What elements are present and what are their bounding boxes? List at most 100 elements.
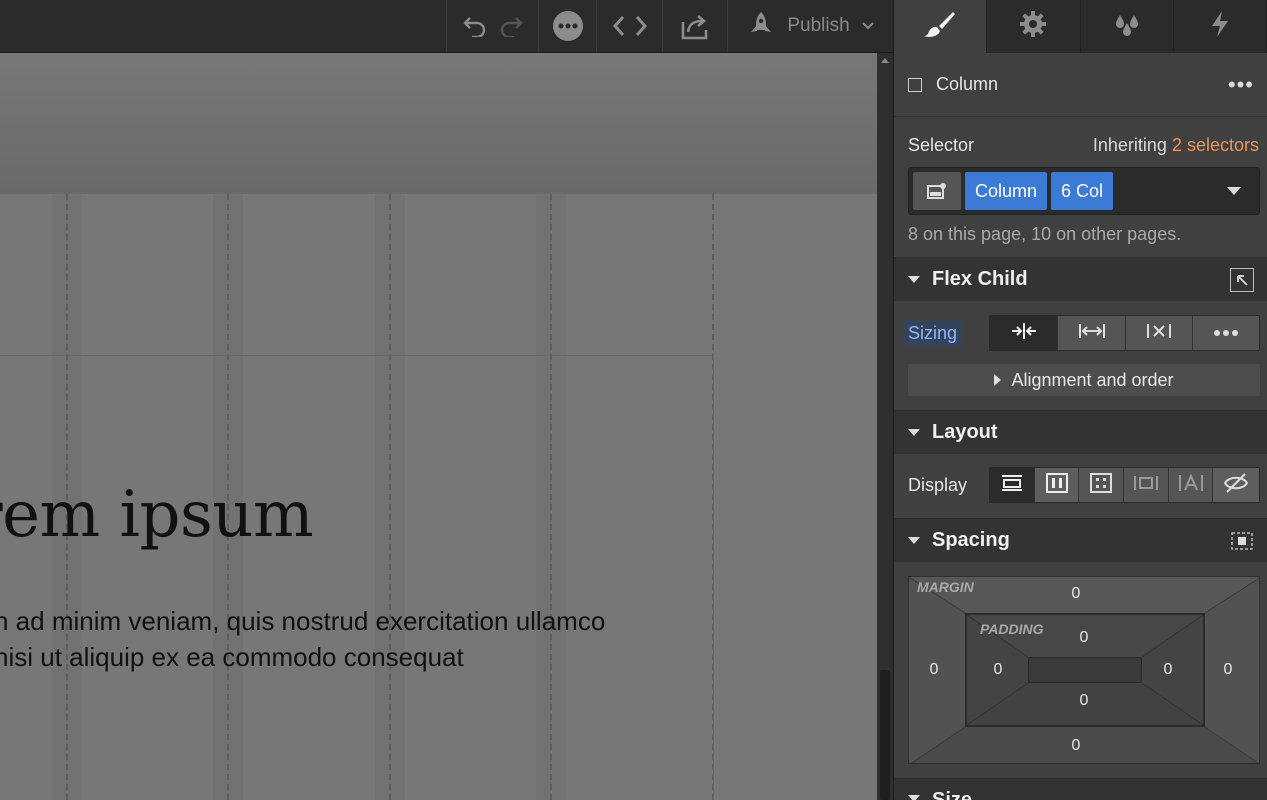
- sizing-button-group: [989, 315, 1260, 351]
- selector-label: Selector: [908, 135, 975, 155]
- paragraph-line: nisi ut aliquip ex ea commodo consequat: [0, 642, 464, 672]
- selector-field[interactable]: Column 6 Col: [908, 167, 1260, 215]
- padding-top-value[interactable]: 0: [1074, 629, 1094, 647]
- spacing-editor: MARGIN 0 0 0 0 PADDING 0 0 0 0: [908, 576, 1260, 764]
- canvas-heading[interactable]: rem ipsum: [0, 478, 314, 552]
- element-header: Column •••: [894, 53, 1267, 117]
- paragraph-line: n ad minim veniam, quis nostrud exercita…: [0, 606, 606, 636]
- section-size[interactable]: Size: [894, 778, 1267, 800]
- top-toolbar: Publish: [0, 0, 893, 53]
- tab-lightning[interactable]: [1174, 0, 1267, 53]
- element-name: Column: [936, 74, 999, 94]
- section-flex-child[interactable]: Flex Child: [894, 257, 1267, 301]
- chevron-down-icon: [861, 17, 874, 35]
- margin-bottom-value[interactable]: 0: [1066, 737, 1086, 755]
- content-box: [1028, 657, 1142, 683]
- publish-label: Publish: [787, 15, 850, 36]
- export-icon[interactable]: [677, 8, 713, 44]
- code-icon[interactable]: [612, 8, 648, 44]
- tab-settings[interactable]: [987, 0, 1081, 53]
- collapse-caret-icon: [908, 429, 920, 436]
- spacing-mode-icon[interactable]: [1230, 529, 1254, 553]
- undo-redo-group: [446, 0, 538, 52]
- select-parent-icon[interactable]: [1230, 267, 1254, 292]
- display-button-group: [989, 467, 1260, 503]
- section-title: Flex Child: [932, 268, 1028, 290]
- canvas-paragraph[interactable]: n ad minim veniam, quis nostrud exercita…: [0, 603, 605, 675]
- scroll-up-arrow-icon[interactable]: [881, 58, 889, 63]
- selector-chip-column[interactable]: Column: [965, 172, 1048, 210]
- more-icon[interactable]: [550, 8, 586, 44]
- collapse-caret-icon: [908, 276, 920, 283]
- tab-style[interactable]: [894, 0, 988, 53]
- section-title: Spacing: [932, 529, 1010, 551]
- undo-icon[interactable]: [457, 8, 493, 44]
- display-inline-block-button[interactable]: [1124, 468, 1169, 502]
- style-panel: Column ••• Selector Inheriting 2 selecto…: [893, 0, 1267, 800]
- tab-interactions[interactable]: [1081, 0, 1174, 53]
- lightning-icon: [1210, 10, 1230, 43]
- section-layout[interactable]: Layout: [894, 410, 1267, 454]
- sizing-none-button[interactable]: [1126, 316, 1193, 350]
- selector-dropdown-icon[interactable]: [1227, 187, 1241, 195]
- canvas-header-section: [0, 53, 877, 194]
- scrollbar-thumb[interactable]: [880, 670, 890, 800]
- sizing-shrink-button[interactable]: [990, 316, 1058, 350]
- margin-top-value[interactable]: 0: [1066, 585, 1086, 603]
- inheriting-text: Inheriting 2 selectors: [1093, 135, 1259, 156]
- eye-slash-icon: [1223, 472, 1249, 499]
- element-more-icon[interactable]: •••: [1228, 73, 1254, 95]
- collapse-caret-icon: [908, 795, 920, 800]
- panel-tabs: [894, 0, 1267, 53]
- grow-icon: [1078, 322, 1106, 345]
- display-inline-icon: [1178, 472, 1203, 498]
- export-group: [662, 0, 727, 52]
- redo-icon[interactable]: [493, 8, 529, 44]
- sizing-more-button[interactable]: [1193, 316, 1259, 350]
- padding-right-value[interactable]: 0: [1158, 661, 1178, 679]
- selector-usage-text: 8 on this page, 10 on other pages.: [908, 224, 1182, 244]
- section-title: Layout: [932, 421, 998, 443]
- alignment-and-order-toggle[interactable]: Alignment and order: [908, 364, 1260, 396]
- expand-caret-icon: [994, 374, 1002, 386]
- display-flex-button[interactable]: [1034, 468, 1080, 502]
- publish-button[interactable]: Publish: [727, 0, 893, 52]
- display-block-icon: [1001, 474, 1023, 497]
- sizing-grow-button[interactable]: [1058, 316, 1126, 350]
- selector-element-icon[interactable]: [913, 172, 961, 210]
- shrink-icon: [1011, 322, 1037, 345]
- design-canvas[interactable]: rem ipsum n ad minim veniam, quis nostru…: [0, 53, 877, 800]
- padding-label: PADDING: [980, 621, 1044, 637]
- display-grid-icon: [1090, 472, 1113, 498]
- selected-element-outline[interactable]: [0, 355, 714, 800]
- sizing-label[interactable]: Sizing: [904, 320, 962, 346]
- inheriting-prefix: Inheriting: [1092, 135, 1167, 155]
- margin-label: MARGIN: [917, 579, 974, 595]
- inheriting-selectors-link[interactable]: 2 selectors: [1172, 135, 1259, 155]
- section-title: Size: [932, 789, 973, 800]
- display-inline-button[interactable]: [1169, 468, 1214, 502]
- section-spacing[interactable]: Spacing: [894, 518, 1267, 562]
- rocket-icon: [747, 10, 775, 43]
- code-group: [596, 0, 662, 52]
- display-flex-icon: [1045, 472, 1068, 498]
- display-label: Display: [908, 475, 968, 495]
- margin-right-value[interactable]: 0: [1218, 661, 1238, 679]
- alignment-label: Alignment and order: [1011, 369, 1174, 390]
- margin-left-value[interactable]: 0: [924, 661, 944, 679]
- gear-icon: [1019, 10, 1047, 43]
- more-dots-icon: [1213, 324, 1239, 342]
- collapse-caret-icon: [908, 537, 920, 544]
- drops-icon: [1112, 11, 1142, 42]
- display-none-button[interactable]: [1213, 468, 1260, 502]
- paintbrush-icon: [923, 10, 957, 43]
- no-sizing-icon: [1146, 322, 1172, 345]
- selector-chip-6-col[interactable]: 6 Col: [1051, 172, 1114, 210]
- display-grid-button[interactable]: [1079, 468, 1125, 502]
- element-square-icon: [908, 77, 922, 92]
- padding-bottom-value[interactable]: 0: [1074, 692, 1094, 710]
- padding-left-value[interactable]: 0: [988, 661, 1008, 679]
- display-block-button[interactable]: [990, 468, 1035, 502]
- padding-box: PADDING 0 0 0 0: [965, 613, 1205, 727]
- more-group: [538, 0, 596, 52]
